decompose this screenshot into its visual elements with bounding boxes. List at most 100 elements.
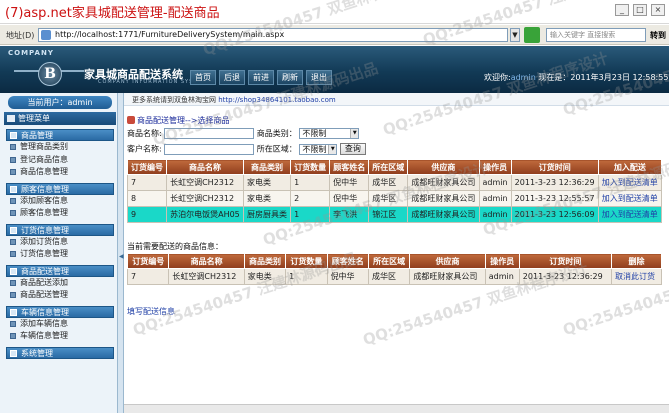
menu-group-header[interactable]: 商品配送管理	[6, 264, 114, 277]
table-cell: 加入到配送清单	[597, 174, 663, 191]
column-header: 商品名称	[166, 159, 244, 175]
menu-group-header[interactable]: 车辆信息管理	[6, 305, 114, 318]
pending-label: 当前需要配送的商品信息：	[127, 242, 223, 251]
close-icon[interactable]: ×	[651, 4, 665, 16]
table-cell: 倪中华	[329, 174, 370, 191]
promo-link[interactable]: http://shop34864101.taobao.com	[218, 96, 336, 104]
sidebar-item[interactable]: 登记商品信息	[6, 154, 114, 167]
product-name-label: 商品名称:	[127, 129, 162, 138]
product-name-input[interactable]	[164, 128, 255, 139]
table-cell: 加入到配送清单	[597, 190, 663, 207]
house-icon	[127, 116, 135, 124]
collapse-arrow-icon[interactable]: ◀	[119, 253, 124, 260]
minimize-icon[interactable]: _	[615, 4, 629, 16]
go-icon[interactable]	[524, 27, 540, 43]
sidebar-item[interactable]: 添加顾客信息	[6, 195, 114, 208]
fill-delivery-link[interactable]: 填写配送信息	[127, 306, 175, 317]
nav-logout-button[interactable]: 退出	[306, 70, 332, 85]
menu-title: 管理菜单	[4, 112, 116, 125]
column-header: 商品名称	[168, 253, 245, 269]
promo-text: 更多系统请到双鱼林淘宝网	[132, 96, 216, 104]
row-action-link[interactable]: 加入到配送清单	[602, 194, 658, 203]
table-cell: 长虹空调CH2312	[166, 190, 244, 207]
table-row: 7 长虹空调CH2312 家电类 1 倪中华 成华区 成都旺财家具公司 admin 2011-3…	[126, 268, 662, 285]
query-button[interactable]: 查询	[339, 143, 366, 155]
window-title: (7)asp.net家具城配送管理-配送商品	[5, 6, 220, 21]
window-controls: _ □ ×	[615, 4, 665, 16]
menu-group: 商品管理 管理商品类别 登记商品信息 商品信息管理	[6, 129, 114, 179]
sidebar-item[interactable]: 添加车辆信息	[6, 318, 114, 331]
folder-icon	[10, 349, 17, 357]
region-select[interactable]: 不限制 ▼	[299, 143, 338, 155]
column-header: 加入配送	[597, 159, 663, 175]
search-row-2: 客户名称: 所在区域： 不限制 ▼ 查询	[127, 143, 366, 155]
sidebar-item[interactable]: 商品配送管理	[6, 289, 114, 302]
menu-group-header[interactable]: 订货信息管理	[6, 223, 114, 236]
go-label[interactable]: 转到	[650, 30, 666, 41]
company-label: COMPANY	[8, 49, 54, 57]
sidebar-item[interactable]: 车辆信息管理	[6, 330, 114, 343]
main-content: 更多系统请到双鱼林淘宝网 http://shop34864101.taobao.…	[124, 93, 669, 413]
table-cell: 9	[126, 206, 168, 223]
table-cell: 家电类	[243, 268, 287, 285]
row-action-link[interactable]: 加入到配送清单	[602, 210, 658, 219]
sidebar-item[interactable]: 订货信息管理	[6, 248, 114, 261]
menu-group-header[interactable]: 商品管理	[6, 129, 114, 141]
table-cell: 加入到配送清单	[597, 206, 663, 223]
address-dropdown-icon[interactable]: ▼	[510, 28, 520, 42]
menu-group-header[interactable]: 顾客信息管理	[6, 182, 114, 195]
table-cell: 1	[285, 268, 328, 285]
app-header: COMPANY B 家具城商品配送系统 COMPANY INFORMATION …	[0, 46, 669, 93]
table-cell: 苏泊尔电饭煲AH05	[166, 206, 244, 223]
horizontal-scrollbar[interactable]	[124, 404, 669, 413]
table-cell: 厨房厨具类	[242, 206, 292, 223]
column-header: 所在区域	[367, 253, 411, 269]
table-cell: 倪中华	[326, 268, 369, 285]
address-url: http://localhost:1771/FurnitureDeliveryS…	[55, 30, 285, 39]
document-icon	[10, 292, 16, 298]
sidebar-item[interactable]: 管理商品类别	[6, 141, 114, 154]
maximize-icon[interactable]: □	[633, 4, 647, 16]
menu-group: 订货信息管理 添加订货信息 订货信息管理	[6, 223, 114, 261]
table-cell: 取消此订货	[611, 268, 662, 285]
menu-group-header[interactable]: 系统管理	[6, 346, 114, 359]
table-row: 8 长虹空调CH2312 家电类 2 倪中华 成华区 成都旺财家具公司 admin 2011-3…	[126, 190, 663, 207]
customer-label: 客户名称:	[127, 144, 162, 154]
folder-icon	[10, 308, 17, 316]
customer-name-input[interactable]	[164, 143, 255, 155]
address-bar: 地址(D) http://localhost:1771/FurnitureDel…	[0, 25, 669, 45]
current-user: 当前用户：admin	[8, 96, 112, 109]
table-cell: 7	[126, 174, 168, 191]
top-link-bar: 更多系统请到双鱼林淘宝网 http://shop34864101.taobao.…	[124, 93, 669, 106]
sidebar-item[interactable]: 添加订货信息	[6, 236, 114, 249]
column-header: 商品类别	[242, 159, 292, 175]
row-action-link[interactable]: 加入到配送清单	[602, 178, 658, 187]
search-input[interactable]: 输入关键字 直接搜索	[546, 28, 646, 42]
table-cell: 家电类	[242, 190, 292, 207]
table-cell: 家电类	[242, 174, 292, 191]
welcome-text: 欢迎你:admin 现在是：2011年3月23日 12:58:55	[484, 73, 669, 82]
sidebar-item[interactable]: 商品信息管理	[6, 166, 114, 179]
category-select[interactable]: 不限制 ▼	[299, 128, 360, 139]
column-header: 操作员	[484, 253, 520, 269]
bentley-logo-icon: B	[38, 62, 62, 86]
nav-home-button[interactable]: 首页	[190, 70, 216, 85]
menu-group: 系统管理	[6, 346, 114, 359]
document-icon	[10, 144, 16, 150]
column-header: 订货编号	[126, 159, 168, 175]
nav-forward-button[interactable]: 前进	[248, 70, 274, 85]
address-input[interactable]: http://localhost:1771/FurnitureDeliveryS…	[38, 28, 508, 42]
row-action-link[interactable]: 取消此订货	[615, 272, 655, 281]
document-icon	[10, 320, 16, 327]
column-header: 订货时间	[510, 159, 599, 175]
chevron-down-icon: ▼	[350, 129, 359, 138]
table-cell: 2	[290, 190, 331, 207]
table-cell: admin	[478, 206, 512, 223]
table-cell: 倪中华	[329, 190, 370, 207]
sidebar-item[interactable]: 顾客信息管理	[6, 207, 114, 220]
menu-group: 车辆信息管理 添加车辆信息 车辆信息管理	[6, 305, 114, 343]
sidebar-item[interactable]: 商品配送添加	[6, 277, 114, 290]
nav-refresh-button[interactable]: 刷新	[277, 70, 303, 85]
table-cell: 2011-3-23 12:36:29	[510, 174, 599, 191]
nav-back-button[interactable]: 后退	[219, 70, 245, 85]
